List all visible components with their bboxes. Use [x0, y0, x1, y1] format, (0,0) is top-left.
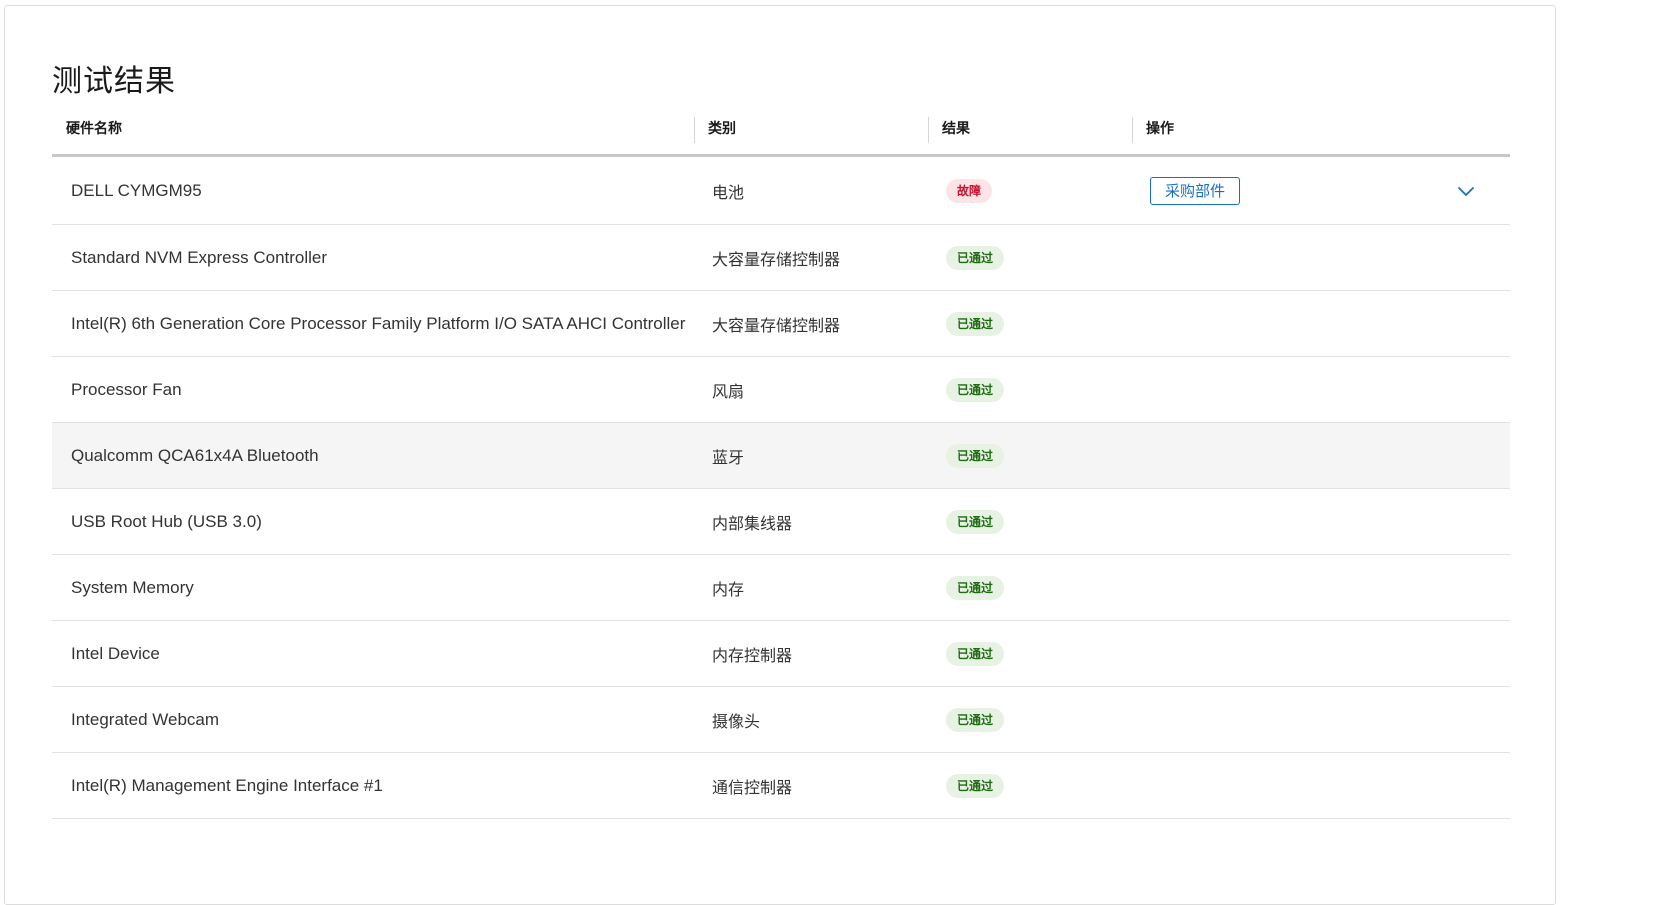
hardware-category: 内存控制器: [712, 645, 793, 665]
status-badge-fail: 故障: [946, 178, 993, 203]
table-row: Intel(R) 6th Generation Core Processor F…: [52, 291, 1510, 357]
result-cell: 已通过: [946, 621, 1005, 686]
hardware-name: System Memory: [71, 577, 194, 597]
hardware-name: Intel Device: [71, 643, 160, 663]
status-badge-pass: 已通过: [946, 707, 1005, 732]
hardware-name: Intel(R) 6th Generation Core Processor F…: [71, 313, 686, 333]
hardware-category: 摄像头: [712, 711, 761, 731]
table-row: Intel(R) Management Engine Interface #1 …: [52, 753, 1510, 819]
header-action: 操作: [1132, 110, 1174, 154]
page-title: 测试结果: [52, 64, 176, 99]
result-cell: 故障: [946, 157, 993, 224]
hardware-name: Qualcomm QCA61x4A Bluetooth: [71, 445, 319, 465]
hardware-category: 电池: [712, 182, 745, 202]
result-cell: 已通过: [946, 225, 1005, 290]
hardware-category: 内部集线器: [712, 513, 793, 533]
hardware-category: 大容量存储控制器: [712, 315, 841, 335]
action-cell: 采购部件: [1150, 157, 1241, 224]
table-row: USB Root Hub (USB 3.0) 内部集线器 已通过: [52, 489, 1510, 555]
table-row-hovered: Qualcomm QCA61x4A Bluetooth 蓝牙 已通过: [52, 423, 1510, 489]
result-cell: 已通过: [946, 555, 1005, 620]
results-table: 硬件名称 类别 结果 操作 DELL CYMGM95 电池 故障 采购部件 St…: [52, 110, 1510, 819]
hardware-category: 大容量存储控制器: [712, 249, 841, 269]
buy-parts-button[interactable]: 采购部件: [1150, 176, 1241, 205]
result-cell: 已通过: [946, 753, 1005, 818]
status-badge-pass: 已通过: [946, 509, 1005, 534]
result-cell: 已通过: [946, 291, 1005, 356]
header-hardware-name: 硬件名称: [66, 121, 122, 137]
test-results-card: 测试结果 硬件名称 类别 结果 操作 DELL CYMGM95 电池 故障 采购…: [4, 5, 1556, 905]
status-badge-pass: 已通过: [946, 443, 1005, 468]
status-badge-pass: 已通过: [946, 245, 1005, 270]
table-row: Integrated Webcam 摄像头 已通过: [52, 687, 1510, 753]
result-cell: 已通过: [946, 357, 1005, 422]
result-cell: 已通过: [946, 687, 1005, 752]
header-result: 结果: [928, 110, 970, 154]
status-badge-pass: 已通过: [946, 311, 1005, 336]
hardware-category: 风扇: [712, 381, 745, 401]
hardware-name: Intel(R) Management Engine Interface #1: [71, 775, 383, 795]
status-badge-pass: 已通过: [946, 575, 1005, 600]
hardware-name: DELL CYMGM95: [71, 180, 202, 200]
result-cell: 已通过: [946, 423, 1005, 488]
table-row: DELL CYMGM95 电池 故障 采购部件: [52, 157, 1510, 225]
table-row: Intel Device 内存控制器 已通过: [52, 621, 1510, 687]
hardware-category: 蓝牙: [712, 447, 745, 467]
hardware-category: 内存: [712, 579, 745, 599]
status-badge-pass: 已通过: [946, 773, 1005, 798]
hardware-name: Integrated Webcam: [71, 709, 220, 729]
hardware-name: Processor Fan: [71, 379, 182, 399]
chevron-down-icon[interactable]: [1456, 181, 1476, 201]
table-row: Processor Fan 风扇 已通过: [52, 357, 1510, 423]
status-badge-pass: 已通过: [946, 641, 1005, 666]
hardware-name: Standard NVM Express Controller: [71, 247, 328, 267]
header-category: 类别: [694, 110, 736, 154]
table-header: 硬件名称 类别 结果 操作: [52, 110, 1510, 157]
table-row: System Memory 内存 已通过: [52, 555, 1510, 621]
table-body: DELL CYMGM95 电池 故障 采购部件 Standard NVM Exp…: [52, 157, 1510, 819]
hardware-name: USB Root Hub (USB 3.0): [71, 511, 262, 531]
status-badge-pass: 已通过: [946, 377, 1005, 402]
result-cell: 已通过: [946, 489, 1005, 554]
hardware-category: 通信控制器: [712, 777, 793, 797]
table-row: Standard NVM Express Controller 大容量存储控制器…: [52, 225, 1510, 291]
